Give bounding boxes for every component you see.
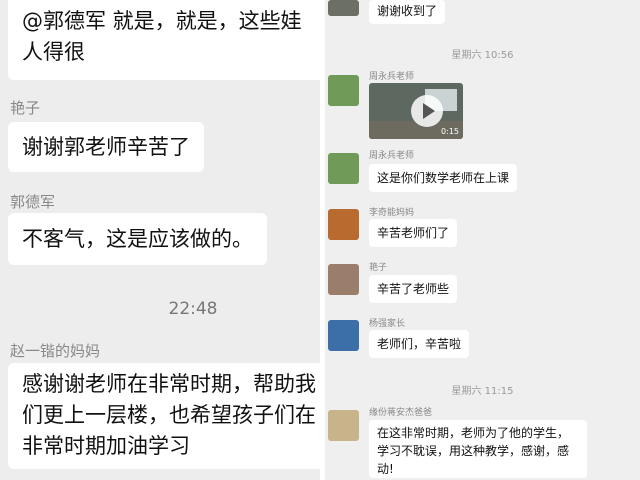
message-bubble[interactable]: 在这非常时期，老师为了他的学生，学习不耽误，用这种教学，感谢，感动!	[369, 420, 587, 478]
sender-name: 赵一锴的妈妈	[10, 342, 101, 360]
sender-name: 周永兵老师	[369, 72, 415, 82]
message-bubble[interactable]: 不客气，这是应该做的。	[8, 213, 267, 265]
message-bubble[interactable]: 老师们，辛苦啦	[369, 330, 470, 358]
message-line: 感谢谢老师在非常时期，帮助我	[22, 372, 316, 396]
avatar[interactable]	[328, 75, 359, 106]
avatar[interactable]	[328, 264, 359, 295]
video-message[interactable]: 0:15	[369, 83, 463, 139]
avatar[interactable]	[328, 153, 359, 184]
timestamp: 星期六 11:15	[451, 386, 514, 397]
video-duration: 0:15	[441, 127, 459, 136]
sender-name: 周永兵老师	[369, 151, 415, 161]
message-bubble[interactable]: 辛苦老师们了	[369, 219, 458, 247]
play-icon[interactable]	[411, 95, 443, 127]
left-chat-panel: @郭德军 就是，就是，这些娃 人得很 艳子 谢谢郭老师辛苦了 郭德军 不客气，这…	[0, 0, 320, 480]
avatar[interactable]	[328, 0, 359, 16]
right-chat-panel: 谢谢收到了 星期六 10:56 周永兵老师 0:15 周永兵老师 这是你们数学老…	[325, 0, 640, 480]
avatar[interactable]	[328, 410, 359, 441]
timestamp: 22:48	[168, 299, 218, 319]
sender-name: 李奇能妈妈	[369, 208, 415, 218]
sender-name: 缘份蒋安杰爸爸	[369, 408, 433, 418]
sender-name: 艳子	[369, 263, 388, 273]
message-bubble[interactable]: @郭德军 就是，就是，这些娃 人得很	[8, 0, 320, 80]
message-line: 谢谢郭老师辛苦了	[22, 135, 190, 159]
message-bubble[interactable]: 这是你们数学老师在上课	[369, 164, 518, 192]
message-bubble[interactable]: 辛苦了老师些	[369, 275, 458, 303]
message-bubble[interactable]: 谢谢郭老师辛苦了	[8, 122, 204, 172]
sender-name: 艳子	[10, 99, 41, 117]
message-line: 非常时期加油学习	[22, 434, 190, 458]
message-line: 不客气，这是应该做的。	[22, 227, 253, 251]
message-line: 们更上一层楼，也希望孩子们在	[22, 403, 316, 427]
message-line: 人得很	[22, 40, 85, 64]
message-bubble[interactable]: 感谢谢老师在非常时期，帮助我 们更上一层楼，也希望孩子们在 非常时期加油学习	[8, 363, 320, 469]
sender-name: 郭德军	[10, 193, 56, 211]
sender-name: 杨强家长	[369, 319, 406, 329]
message-line: @郭德军 就是，就是，这些娃	[22, 9, 302, 33]
avatar[interactable]	[328, 209, 359, 240]
timestamp: 星期六 10:56	[451, 50, 514, 61]
message-bubble[interactable]: 谢谢收到了	[369, 0, 446, 24]
avatar[interactable]	[328, 320, 359, 351]
